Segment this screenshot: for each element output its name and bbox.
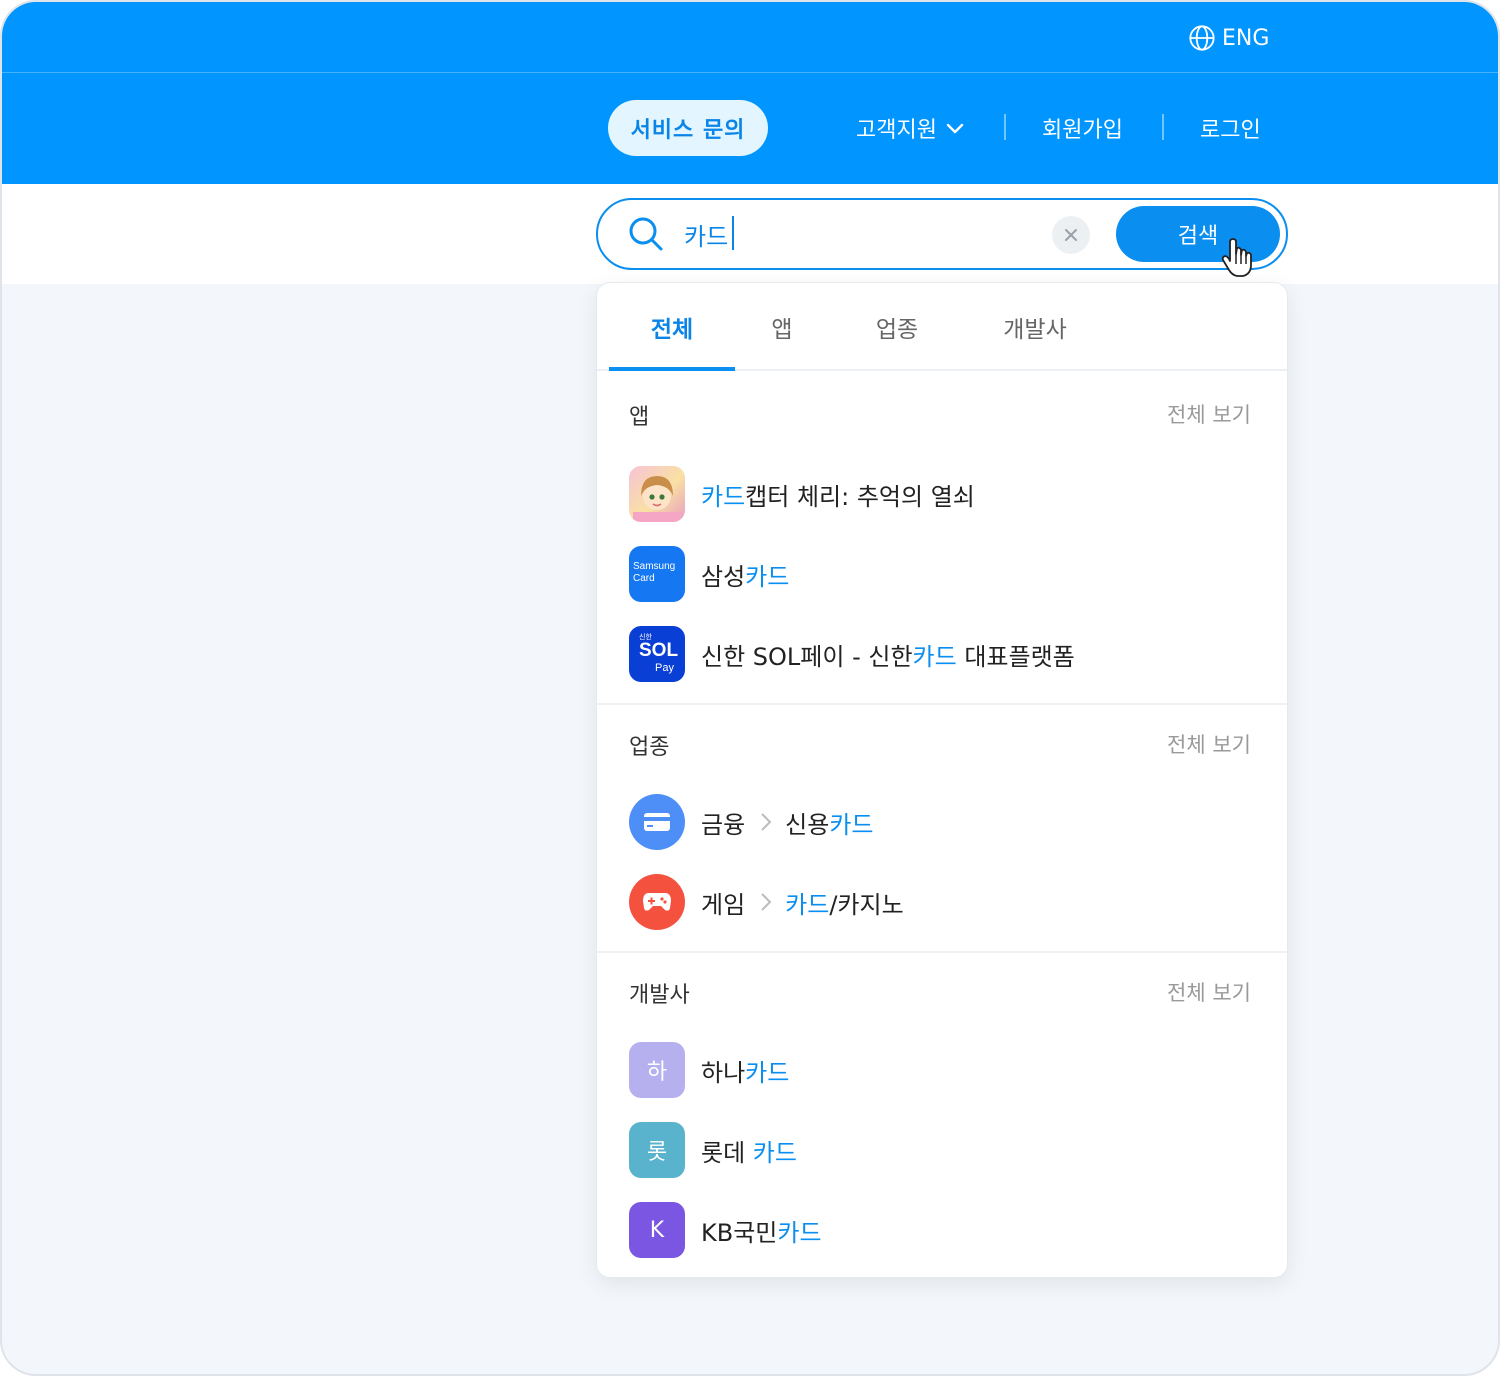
service-inquiry-button[interactable]: 서비스 문의 (608, 100, 768, 156)
chevron-down-icon (946, 123, 964, 134)
tab-apps[interactable]: 앱 (735, 283, 829, 371)
header-divider (2, 72, 1498, 73)
list-item[interactable]: 카드캡터 체리: 추억의 열쇠 (629, 466, 975, 522)
active-tab-indicator (609, 367, 735, 371)
language-label: ENG (1222, 25, 1270, 51)
nav-signup[interactable]: 회원가입 (1042, 110, 1123, 146)
close-icon (1065, 229, 1077, 241)
credit-card-icon (644, 813, 670, 831)
list-item[interactable]: 금융 신용 카드 (629, 794, 874, 850)
developer-avatar: K (629, 1202, 685, 1258)
text-caret (732, 216, 734, 250)
app-icon-samsung-card: Samsung Card (629, 546, 685, 602)
language-switch[interactable]: ENG (1188, 20, 1269, 56)
app-name: 삼성카드 (701, 562, 790, 591)
search-bar: 검색 (596, 198, 1288, 270)
category-icon-game (629, 874, 685, 930)
category-path: 금융 신용 카드 (701, 810, 874, 839)
list-item[interactable]: Samsung Card 삼성카드 (629, 546, 789, 602)
gamepad-icon (643, 893, 671, 911)
result-tabs: 전체 앱 업종 개발사 (597, 283, 1287, 371)
globe-icon (1189, 25, 1215, 51)
app-name: 신한 SOL페이 - 신한카드 대표플랫폼 (701, 642, 1075, 671)
app-window: ENG 서비스 문의 고객지원 회원가입 로그인 검색 (0, 0, 1500, 1376)
category-path: 게임 카드/카지노 (701, 890, 904, 919)
developer-avatar: 하 (629, 1042, 685, 1098)
hand-cursor-icon (1221, 238, 1252, 277)
chevron-right-icon (761, 893, 772, 911)
see-all-apps-link[interactable]: 전체 보기 (1167, 399, 1251, 429)
list-item[interactable]: K KB국민카드 (629, 1202, 822, 1258)
nav-login-label: 로그인 (1200, 118, 1261, 143)
developer-name: KB국민카드 (701, 1218, 822, 1247)
list-item[interactable]: 롯 롯데 카드 (629, 1122, 797, 1178)
section-title-categories: 업종 (629, 735, 670, 760)
category-icon-finance (629, 794, 685, 850)
see-all-categories-link[interactable]: 전체 보기 (1167, 729, 1251, 759)
developer-name: 하나카드 (701, 1058, 790, 1087)
nav-customer-support[interactable]: 고객지원 (856, 110, 965, 146)
list-item[interactable]: 하 하나카드 (629, 1042, 789, 1098)
section-divider (597, 951, 1287, 953)
search-suggestions-panel: 전체 앱 업종 개발사 앱 전체 보기 카드캡터 체리: 추억의 열쇠 Sams… (596, 282, 1288, 1278)
nav-separator (1004, 114, 1006, 140)
header: ENG 서비스 문의 고객지원 회원가입 로그인 (2, 2, 1498, 184)
chevron-right-icon (761, 813, 772, 831)
anime-character-icon (633, 476, 681, 522)
tab-categories[interactable]: 업종 (849, 283, 945, 371)
developer-avatar: 롯 (629, 1122, 685, 1178)
clear-search-button[interactable] (1052, 216, 1090, 254)
nav-customer-support-label: 고객지원 (856, 118, 937, 143)
app-name: 카드캡터 체리: 추억의 열쇠 (701, 482, 975, 511)
section-title-developers: 개발사 (629, 983, 690, 1008)
tab-developers[interactable]: 개발사 (981, 283, 1089, 371)
list-item[interactable]: 게임 카드/카지노 (629, 874, 904, 930)
section-title-apps: 앱 (629, 405, 650, 430)
list-item[interactable]: 신한 SOL Pay 신한 SOL페이 - 신한카드 대표플랫폼 (629, 626, 1075, 682)
see-all-developers-link[interactable]: 전체 보기 (1167, 977, 1251, 1007)
developer-name: 롯데 카드 (701, 1138, 797, 1167)
app-icon-shinhan-sol-pay: 신한 SOL Pay (629, 626, 685, 682)
section-divider (597, 703, 1287, 705)
nav-separator (1162, 114, 1164, 140)
nav-signup-label: 회원가입 (1042, 118, 1123, 143)
search-icon (629, 217, 663, 251)
app-icon-card-captor-sakura (629, 466, 685, 522)
nav-login[interactable]: 로그인 (1200, 110, 1261, 146)
tab-all[interactable]: 전체 (609, 283, 735, 371)
